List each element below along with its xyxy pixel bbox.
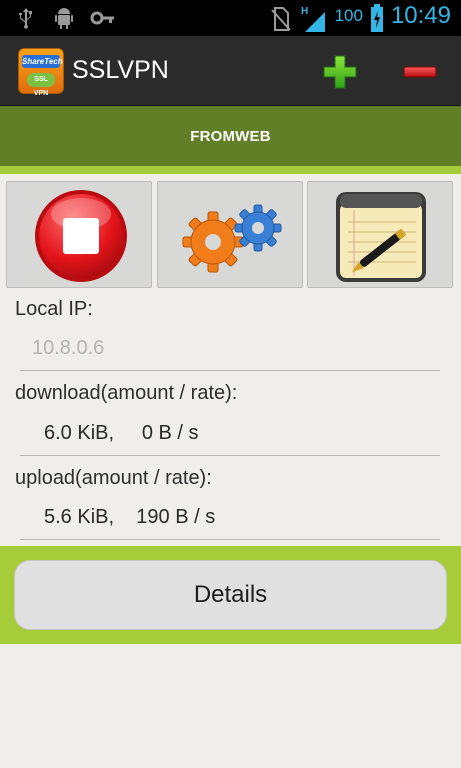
android-debug-icon xyxy=(52,6,76,30)
minus-icon xyxy=(403,66,437,78)
local-ip-field: 10.8.0.6 xyxy=(20,331,440,371)
status-bar-system: H 100 10:49 xyxy=(269,2,451,32)
remove-profile-button[interactable] xyxy=(400,52,440,92)
stop-icon xyxy=(35,190,127,282)
signal-h-icon: H xyxy=(301,4,327,32)
clock: 10:49 xyxy=(390,2,451,29)
local-ip-value: 10.8.0.6 xyxy=(32,337,105,359)
details-section: Details xyxy=(0,546,461,644)
upload-label: upload(amount / rate): xyxy=(15,467,212,489)
settings-button[interactable] xyxy=(157,181,303,288)
notepad-pen-icon xyxy=(336,192,426,282)
upload-field: 5.6 KiB, 190 B / s xyxy=(20,500,440,540)
action-bar: ShareTech SSL VPN SSLVPN xyxy=(0,36,461,106)
plus-icon xyxy=(323,55,357,89)
log-button[interactable] xyxy=(307,181,453,288)
gears-icon xyxy=(182,204,282,273)
download-value: 6.0 KiB, 0 B / s xyxy=(44,422,199,444)
svg-text:H: H xyxy=(301,6,308,17)
profile-name: FROMWEB xyxy=(190,127,271,145)
toolbar xyxy=(0,174,461,292)
local-ip-label: Local IP: xyxy=(15,298,93,320)
details-button-label: Details xyxy=(193,581,268,608)
disconnect-button[interactable] xyxy=(6,181,152,288)
usb-icon xyxy=(14,6,38,30)
status-bar: H 100 10:49 xyxy=(0,0,461,36)
logo-product-text: SSL VPN xyxy=(27,73,55,97)
status-bar-notifications xyxy=(14,6,114,30)
download-field: 6.0 KiB, 0 B / s xyxy=(20,416,440,456)
logo-brand-text: ShareTech xyxy=(22,55,63,68)
battery-percent: 100 xyxy=(334,6,363,25)
details-button[interactable]: Details xyxy=(14,560,447,630)
app-title: SSLVPN xyxy=(72,56,169,84)
no-sim-icon xyxy=(269,4,293,31)
upload-value: 5.6 KiB, 190 B / s xyxy=(44,506,216,528)
profile-bar[interactable]: FROMWEB xyxy=(0,106,461,166)
add-profile-button[interactable] xyxy=(320,52,360,92)
download-label: download(amount / rate): xyxy=(15,382,238,404)
battery-charging-icon xyxy=(370,4,383,32)
vpn-key-icon xyxy=(90,6,114,30)
app-logo: ShareTech SSL VPN xyxy=(18,48,64,97)
accent-divider xyxy=(0,166,461,174)
